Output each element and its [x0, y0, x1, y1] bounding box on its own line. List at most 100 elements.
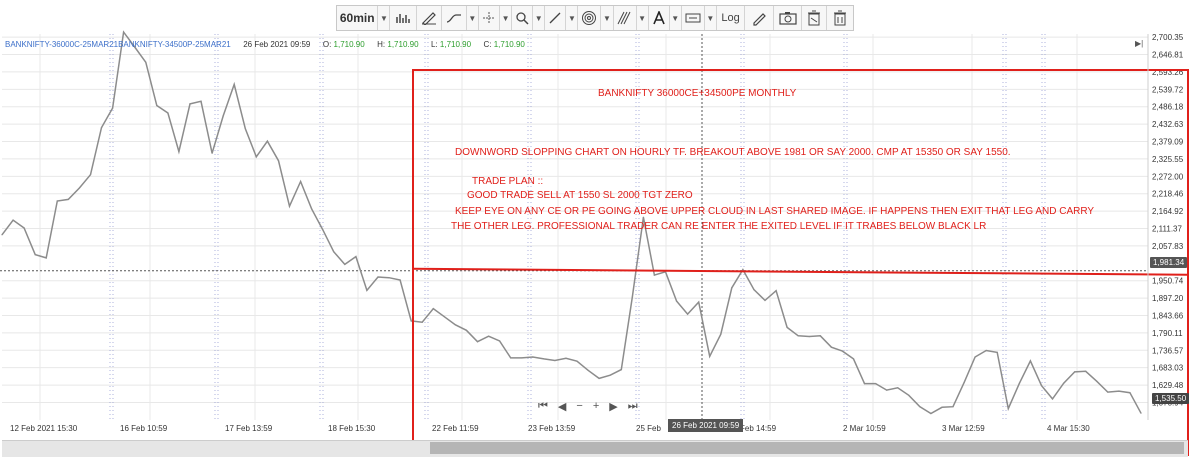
price-point [875, 383, 877, 385]
price-point [233, 83, 235, 85]
annotation-box [412, 69, 1189, 456]
price-point [56, 200, 58, 202]
y-tick-label: 2,700.35 [1152, 33, 1184, 42]
x-tick-label: 12 Feb 2021 15:30 [10, 424, 78, 433]
price-point [797, 335, 799, 337]
price-point [1074, 371, 1076, 373]
price-point [1118, 390, 1120, 392]
price-point [1029, 360, 1032, 362]
price-point [476, 341, 479, 343]
price-point [919, 406, 921, 408]
price-point [952, 406, 954, 408]
price-point [786, 326, 788, 328]
price-point [698, 301, 700, 303]
x-tick-label: 3 Mar 12:59 [942, 424, 985, 433]
price-point [1107, 391, 1109, 393]
y-tick-label: 1,790.11 [1152, 329, 1183, 338]
price-point [521, 357, 523, 359]
price-point [908, 394, 910, 396]
price-point [753, 289, 755, 291]
scroll-left-icon[interactable]: ◀ [558, 400, 566, 413]
high-value: 1,710.90 [387, 40, 419, 49]
price-point [830, 346, 832, 348]
price-point [322, 228, 324, 231]
price-point [675, 300, 678, 302]
price-point [111, 107, 114, 109]
scroll-end-icon[interactable]: ⏭ [628, 400, 638, 413]
price-point [23, 227, 25, 229]
zoom-in-icon[interactable]: + [593, 400, 599, 413]
price-axis: 2,700.352,646.812,593.262,539.722,486.18… [1152, 33, 1184, 407]
price-point [841, 350, 844, 352]
price-point [985, 349, 987, 352]
zoom-out-icon[interactable]: − [576, 400, 582, 413]
price-point [67, 198, 69, 200]
price-point [156, 104, 158, 107]
y-tick-label: 2,432.63 [1152, 120, 1184, 129]
price-point [421, 321, 423, 323]
x-tick-label: 22 Feb 11:59 [432, 424, 479, 433]
x-tick-label: 4 Mar 15:30 [1047, 424, 1090, 433]
scroll-right-icon[interactable]: ▶ [609, 400, 617, 413]
annotation-line-2: TRADE PLAN :: [472, 176, 544, 187]
price-point [709, 355, 711, 357]
price-point [333, 251, 335, 253]
price-point [366, 289, 368, 291]
y-tick-label: 1,736.57 [1152, 346, 1184, 355]
last-price-tag: 1,535.50 [1152, 393, 1190, 404]
price-point [775, 290, 777, 292]
price-point [963, 382, 965, 384]
price-point [808, 335, 810, 338]
price-point [255, 156, 257, 158]
annotation-line-1: DOWNWORD SLOPPING CHART ON HOURLY TF. BR… [455, 147, 1011, 158]
price-point [576, 360, 578, 362]
price-point [996, 351, 998, 354]
price-point [620, 369, 622, 371]
annotation-line-4: KEEP EYE ON ANY CE OR PE GOING ABOVE UPP… [455, 206, 1095, 217]
price-point [244, 127, 246, 130]
price-point [78, 187, 81, 189]
price-point [167, 112, 169, 114]
x-tick-label: 25 Feb [636, 424, 661, 433]
price-point [123, 31, 125, 33]
price-point [399, 279, 401, 281]
price-point [1051, 398, 1054, 400]
bar-datetime: 26 Feb 2021 09:59 [243, 40, 311, 49]
ohlc-info-bar: BANKNIFTY-36000C-25MAR21BANKNIFTY-34500P… [5, 40, 525, 49]
x-tick-label: 23 Feb 13:59 [528, 424, 576, 433]
price-point [222, 115, 224, 117]
y-tick-label: 2,164.92 [1152, 207, 1184, 216]
price-point [974, 356, 976, 358]
open-label: O: [322, 40, 332, 49]
price-point [742, 268, 744, 271]
price-point [886, 389, 888, 391]
price-point [178, 151, 180, 153]
price-point [1040, 384, 1043, 387]
price-point [355, 255, 357, 258]
price-point [145, 61, 147, 63]
scrollbar-thumb[interactable] [430, 442, 1184, 454]
annotation-line-3: GOOD TRADE SELL AT 1550 SL 2000 TGT ZERO [467, 190, 693, 201]
y-tick-label: 2,057.83 [1152, 242, 1184, 251]
x-tick-label: 18 Feb 15:30 [328, 424, 376, 433]
price-point [510, 357, 512, 359]
price-point [1129, 392, 1131, 394]
price-point [34, 254, 36, 256]
price-point [941, 406, 943, 408]
breakout-level-line [412, 267, 1189, 276]
open-value: 1,710.90 [333, 40, 365, 49]
price-point [1, 234, 3, 236]
y-tick-label: 2,486.18 [1152, 103, 1184, 112]
price-point [687, 313, 689, 315]
y-tick-label: 1,897.20 [1152, 294, 1184, 303]
close-label: C: [483, 40, 492, 49]
price-point [609, 374, 611, 376]
price-point [288, 205, 291, 207]
y-tick-label: 2,646.81 [1152, 51, 1184, 60]
price-point [277, 160, 280, 162]
collapse-panel-icon[interactable]: ▶| [1135, 39, 1143, 48]
symbol-name[interactable]: BANKNIFTY-36000C-25MAR21BANKNIFTY-34500P… [5, 40, 231, 49]
x-tick-label: Feb 14:59 [740, 424, 777, 433]
scroll-start-icon[interactable]: ⏮ [538, 400, 548, 413]
price-point [100, 126, 103, 129]
